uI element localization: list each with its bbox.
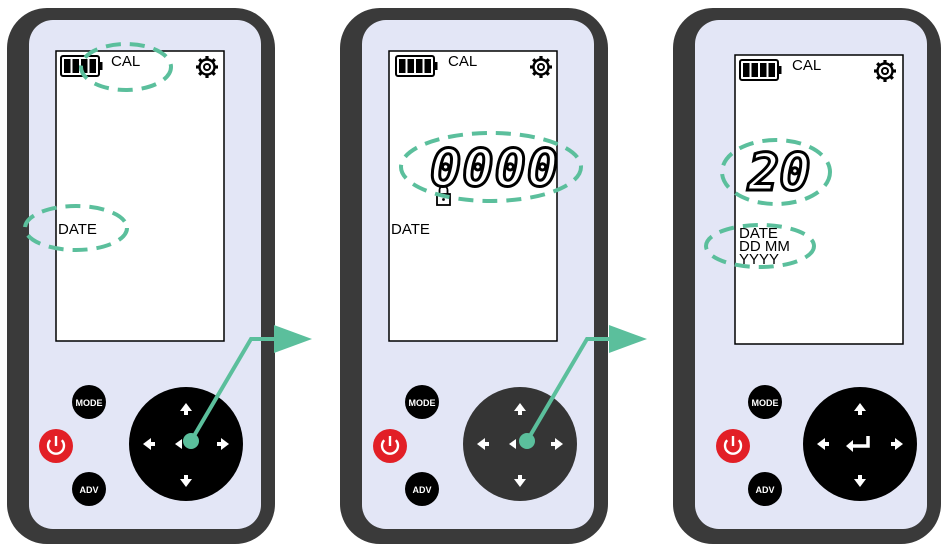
adv-button-label: ADV xyxy=(412,485,431,495)
reading-display: 20 xyxy=(747,143,811,203)
device-2: CAL 0000 DATE MODE ADV xyxy=(340,8,608,544)
mode-button-label: MODE xyxy=(76,398,103,408)
device-1: CAL DATE MODE ADV xyxy=(7,8,275,544)
mode-button-label: MODE xyxy=(409,398,436,408)
date-label: DATE xyxy=(58,221,97,238)
device-3: CAL 20 DATE DD MM YYYY MODE ADV xyxy=(673,8,941,544)
adv-button-label: ADV xyxy=(755,485,774,495)
cal-label: CAL xyxy=(448,53,477,70)
adv-button-label: ADV xyxy=(79,485,98,495)
cal-label: CAL xyxy=(111,53,140,70)
instruction-diagram: CAL DATE MODE ADV CAL 0000 DATE MODE ADV… xyxy=(7,8,941,544)
date-label: DATE xyxy=(391,221,430,238)
reading-display: 0000 xyxy=(430,139,559,199)
cal-label: CAL xyxy=(792,57,821,74)
device-1-screen xyxy=(55,50,225,342)
mode-button-label: MODE xyxy=(752,398,779,408)
